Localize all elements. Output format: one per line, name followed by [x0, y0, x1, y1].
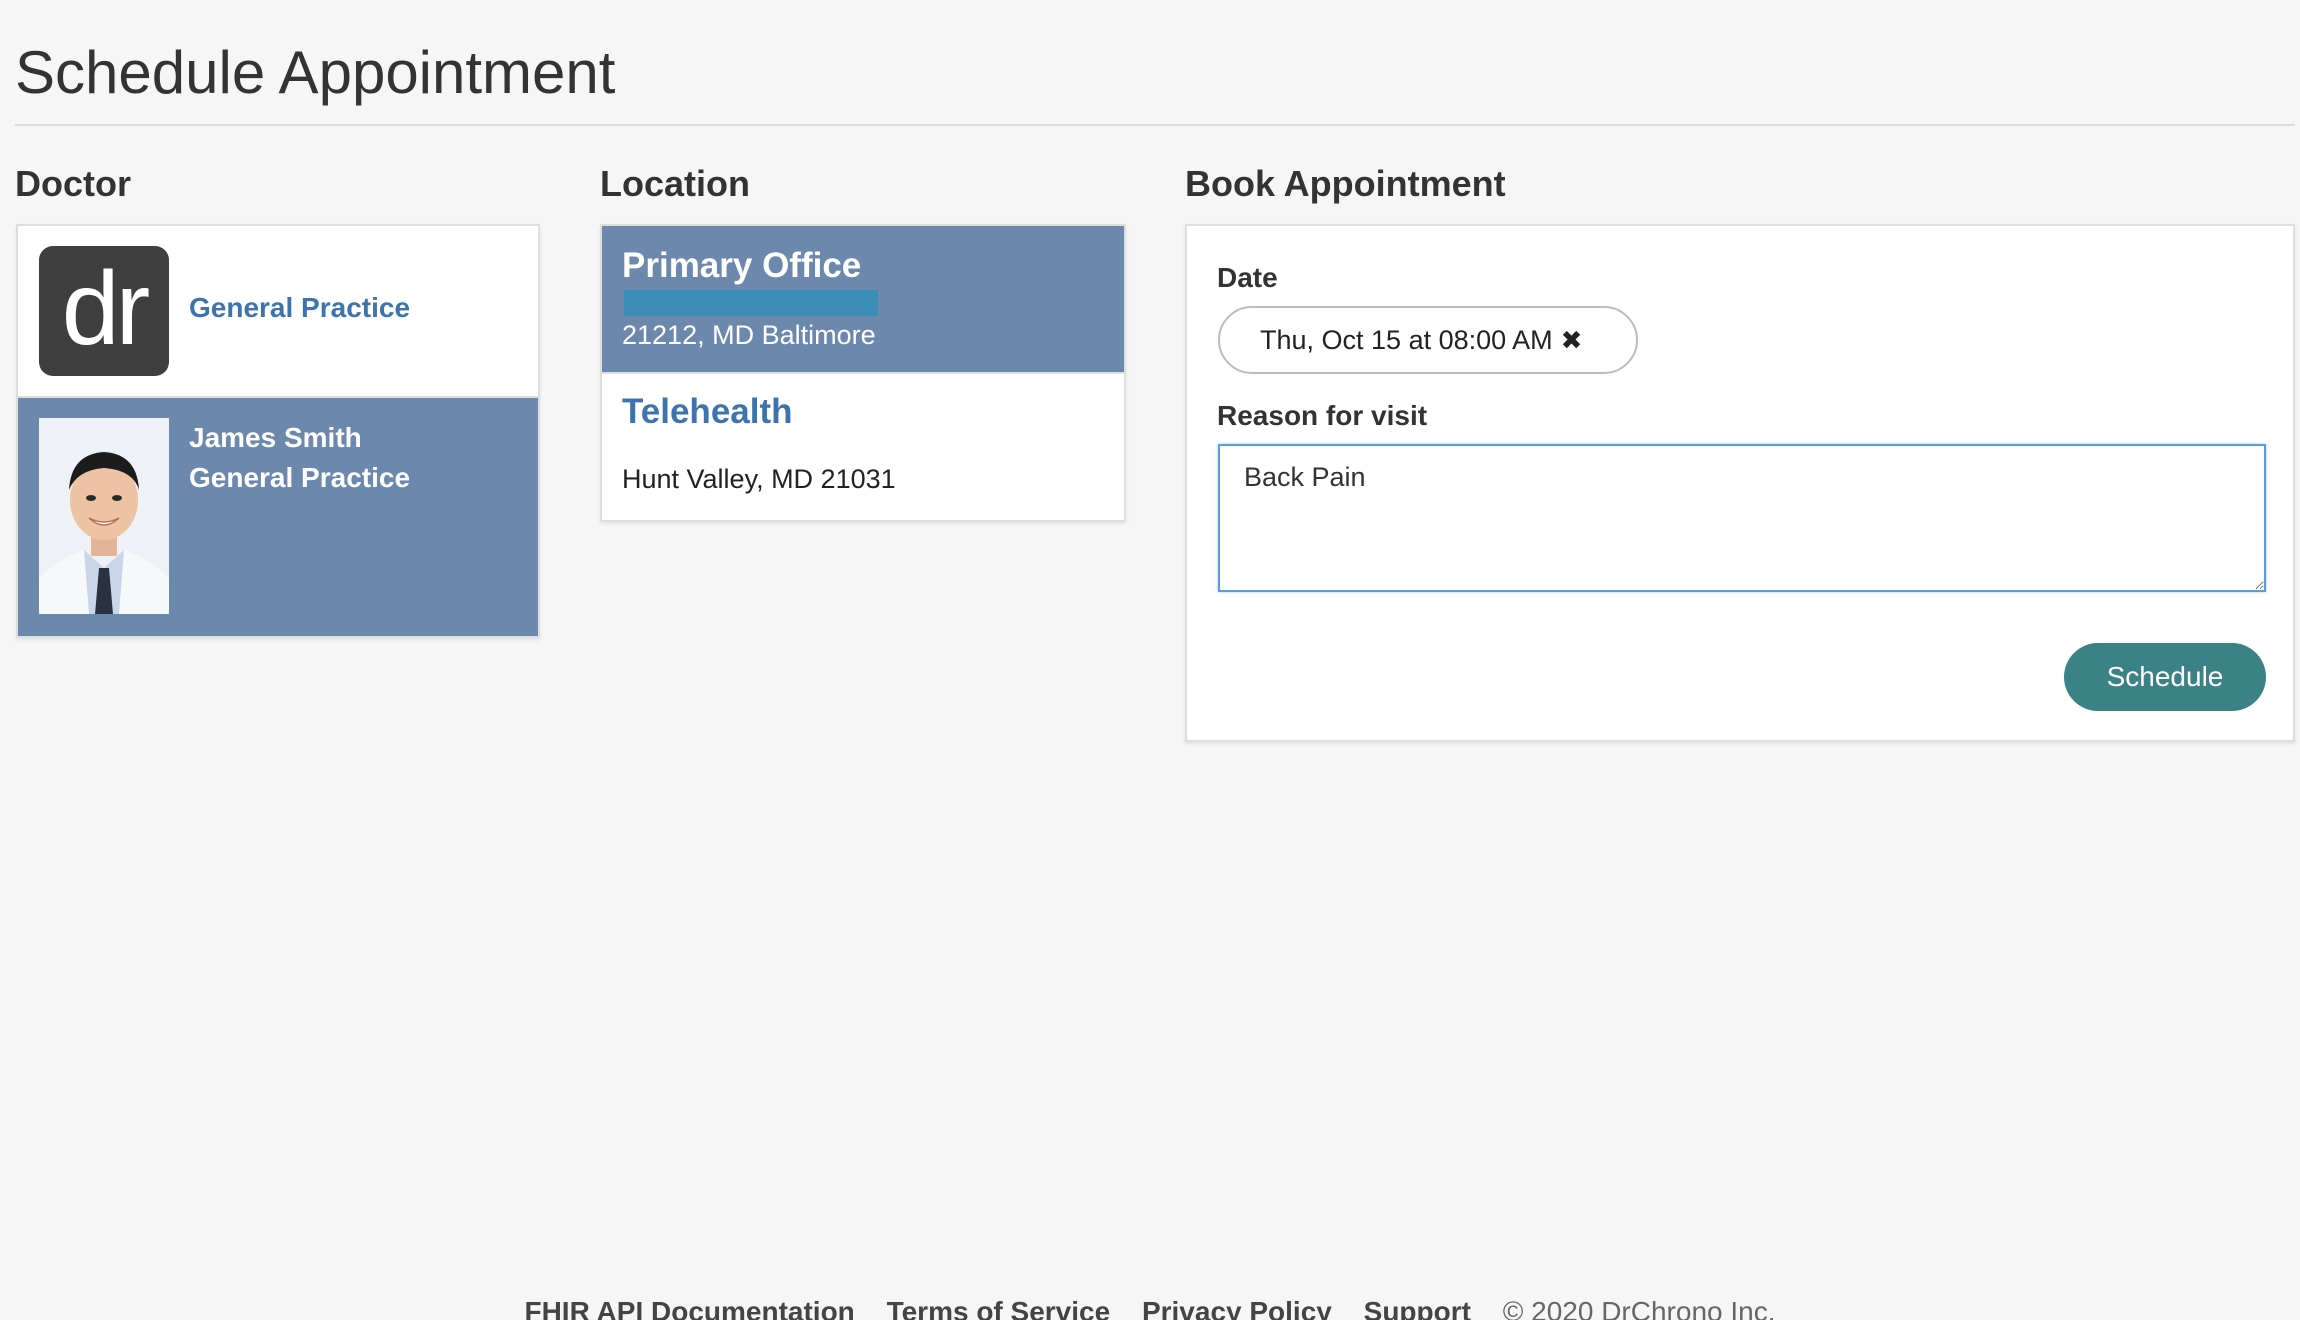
copyright-text: © 2020 DrChrono Inc. [1502, 1296, 1776, 1320]
date-selector[interactable]: Thu, Oct 15 at 08:00 AM ✖ [1218, 306, 1638, 374]
location-name: Telehealth [622, 392, 793, 431]
practice-label: General Practice [189, 292, 411, 323]
location-address: Hunt Valley, MD 21031 [622, 464, 896, 494]
location-heading: Location [600, 163, 750, 204]
footer-link-fhir-api[interactable]: FHIR API Documentation [524, 1296, 854, 1320]
doctor-avatar [39, 418, 169, 614]
page-title: Schedule Appointment [15, 39, 616, 106]
reason-label: Reason for visit [1217, 400, 1428, 431]
location-name: Primary Office [622, 246, 862, 285]
drchrono-logo-icon: dr [39, 246, 169, 376]
schedule-button[interactable]: Schedule [2064, 643, 2266, 711]
footer-link-terms[interactable]: Terms of Service [887, 1296, 1111, 1320]
book-appointment-panel: Date Thu, Oct 15 at 08:00 AM ✖ Reason for… [1185, 224, 2295, 742]
doctor-name: James Smith [189, 422, 362, 453]
book-appointment-heading: Book Appointment [1185, 163, 1506, 204]
location-address: 21212, MD Baltimore [622, 320, 876, 350]
doctor-item-james-smith[interactable]: James Smith General Practice [18, 398, 538, 636]
location-list: Primary Office 21212, MD Baltimore Teleh… [600, 224, 1126, 522]
title-divider [15, 124, 2295, 126]
footer: FHIR API Documentation Terms of Service … [0, 1296, 2300, 1320]
date-label: Date [1217, 262, 1278, 293]
doctor-item-practice[interactable]: dr General Practice [18, 226, 538, 398]
doctor-photo-icon [39, 418, 169, 614]
date-value: Thu, Oct 15 at 08:00 AM [1260, 325, 1553, 355]
doctor-specialty: General Practice [189, 462, 411, 493]
redacted-address-bar [624, 290, 878, 316]
location-item-primary-office[interactable]: Primary Office 21212, MD Baltimore [602, 226, 1124, 372]
footer-link-support[interactable]: Support [1364, 1296, 1471, 1320]
reason-for-visit-input[interactable]: Back Pain [1218, 444, 2266, 592]
doctor-list: dr General Practice James Smith General … [16, 224, 540, 638]
location-item-telehealth[interactable]: Telehealth Hunt Valley, MD 21031 [602, 372, 1124, 520]
clear-date-icon[interactable]: ✖ [1561, 308, 1583, 372]
schedule-appointment-page: Schedule Appointment Doctor dr General P… [0, 0, 2300, 1320]
doctor-heading: Doctor [15, 163, 131, 204]
footer-link-privacy[interactable]: Privacy Policy [1142, 1296, 1332, 1320]
